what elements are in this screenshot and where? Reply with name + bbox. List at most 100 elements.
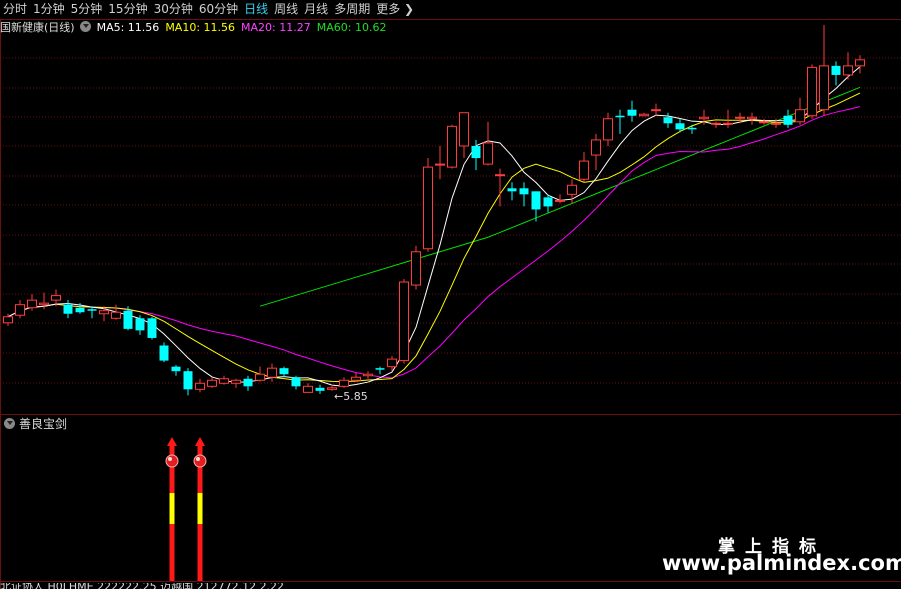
signal-dot-highlight (168, 457, 172, 461)
candle-body (543, 197, 553, 207)
candle-body (519, 188, 529, 195)
candle-body (819, 65, 829, 111)
candle-body (747, 116, 757, 120)
candle-body (687, 127, 697, 130)
candle-body (207, 379, 217, 387)
candle-body (87, 309, 97, 311)
price-chart (0, 25, 901, 581)
candle-body (63, 304, 73, 314)
candle-body (375, 368, 385, 370)
ma20-value: MA20: 11.27 (241, 21, 311, 34)
candle-body (495, 174, 505, 177)
ma10-value: MA10: 11.56 (165, 21, 236, 34)
candle-body (771, 122, 781, 125)
ma10-line (7, 92, 861, 382)
candle-body (603, 118, 613, 141)
candle-body (195, 382, 205, 390)
chevron-down-icon[interactable] (79, 21, 91, 32)
candle-body (807, 66, 817, 117)
candle-body (135, 318, 145, 331)
signal-dot-icon (165, 454, 179, 468)
candle-body (435, 163, 445, 166)
candle-body (723, 122, 733, 125)
bottom-divider (0, 581, 901, 582)
ma-legend: 国新健康(日线) MA5: 11.56 MA10: 11.56 MA20: 11.27… (0, 20, 392, 36)
candle-body (675, 123, 685, 130)
candle-body (711, 122, 721, 125)
candle-body (231, 379, 241, 384)
candle-body (27, 299, 37, 309)
ma10-path (7, 92, 861, 382)
candle-body (315, 387, 325, 391)
candle-body (351, 376, 361, 381)
candle-body (663, 117, 673, 124)
indicator-title: 善良宝剑 (19, 417, 68, 431)
indicator-legend: 善良宝剑 (4, 416, 67, 432)
candle-body (483, 142, 493, 165)
signal-bars (165, 437, 207, 581)
chevron-down-icon[interactable] (4, 418, 15, 429)
candle-body (591, 139, 601, 156)
candle-body (531, 191, 541, 210)
candle-body (3, 316, 13, 324)
candle-body (159, 345, 169, 361)
ma20-line (7, 106, 861, 379)
candle-body (459, 112, 469, 147)
candle-body (735, 116, 745, 119)
candle-body (171, 366, 181, 372)
bottom-status-text: 北证协人 H0LHME 222222.25 迈越国 212772.12 2.22 (0, 583, 284, 589)
low-price-label: ←5.85 (334, 390, 368, 403)
ma20-path (7, 106, 861, 379)
arrow-up-icon (167, 437, 177, 446)
candle-body (651, 109, 661, 112)
candle-body (447, 125, 457, 168)
candle-body (279, 368, 289, 375)
candle-body (123, 310, 133, 329)
candle-body (831, 65, 841, 75)
candle-body (111, 311, 121, 319)
candle-body (75, 307, 85, 313)
candle-body (387, 358, 397, 368)
arrow-left-icon: ← (334, 390, 344, 403)
stock-title: 国新健康(日线) (0, 21, 75, 34)
ma5-line (7, 66, 861, 387)
candle-body (639, 113, 649, 117)
candle-body (51, 295, 61, 301)
candle-body (471, 145, 481, 159)
candle-body (507, 188, 517, 192)
candlesticks (3, 25, 865, 396)
candle-body (699, 116, 709, 120)
candle-body (219, 378, 229, 384)
candle-body (627, 109, 637, 116)
candle-body (555, 199, 565, 202)
candle-body (99, 310, 109, 315)
candle-body (579, 160, 589, 180)
candle-body (183, 371, 193, 390)
ma60-value: MA60: 10.62 (316, 21, 387, 34)
candle-body (303, 385, 313, 393)
candle-body (39, 302, 49, 306)
candle-body (267, 367, 277, 378)
candle-body (795, 109, 805, 123)
signal-dot-highlight (196, 457, 200, 461)
candle-body (759, 121, 769, 124)
candle-body (423, 166, 433, 250)
candle-body (615, 115, 625, 118)
candle-body (15, 304, 25, 316)
signal-dot-icon (193, 454, 207, 468)
watermark-url: www.palmindex.com (662, 551, 901, 575)
candle-body (411, 251, 421, 286)
low-price-value: 5.85 (343, 390, 368, 403)
candle-body (843, 65, 853, 76)
candle-body (855, 59, 865, 67)
candle-body (399, 281, 409, 362)
candle-body (783, 115, 793, 125)
arrow-up-icon (195, 437, 205, 446)
ma5-path (7, 66, 861, 387)
candle-body (339, 379, 349, 387)
candle-body (567, 184, 577, 195)
candle-body (147, 318, 157, 338)
candle-body (291, 377, 301, 387)
candle-body (255, 373, 265, 381)
candle-body (243, 378, 253, 387)
